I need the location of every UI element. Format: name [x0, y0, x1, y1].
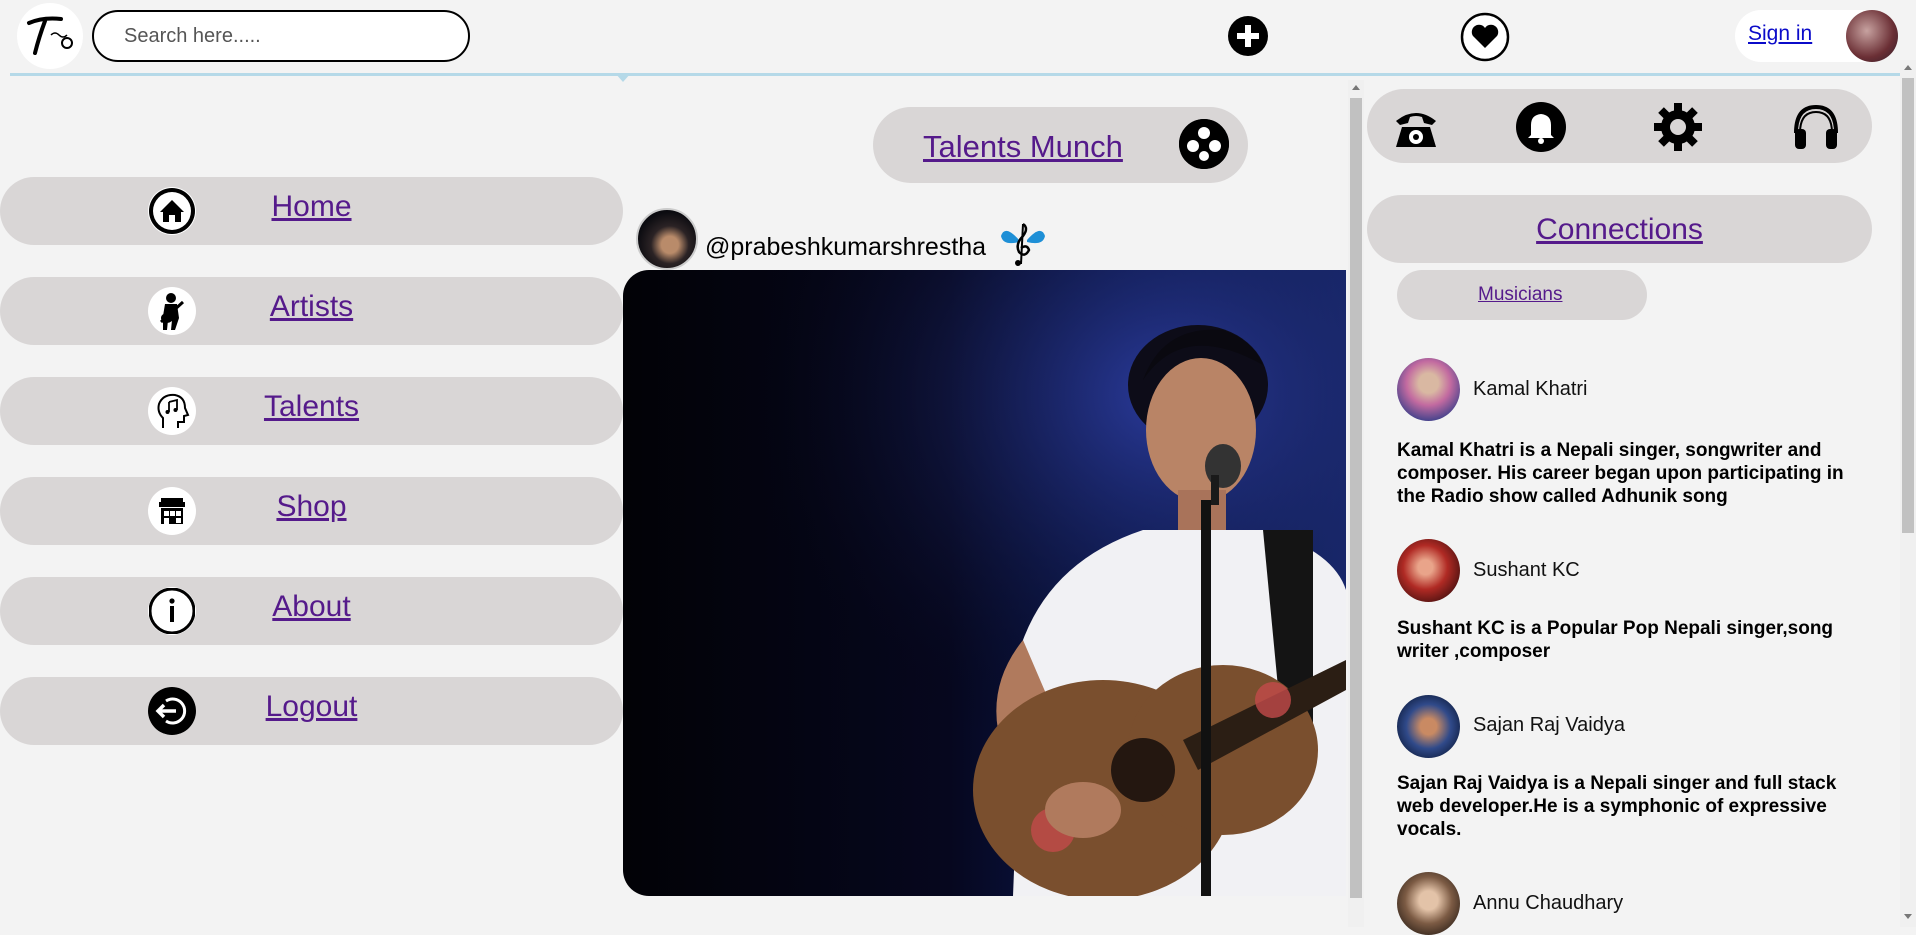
connection-name[interactable]: Annu Chaudhary — [1473, 892, 1623, 915]
connections-link[interactable]: Connections — [1367, 213, 1872, 247]
feed-scroll-up-arrow[interactable] — [1352, 85, 1360, 90]
nav-label-about[interactable]: About — [0, 590, 623, 624]
nav-item-artists[interactable]: Artists — [0, 277, 623, 345]
page-scrollbar-thumb[interactable] — [1902, 78, 1914, 533]
favorites-button[interactable] — [1460, 12, 1510, 62]
connection-description: Kamal Khatri is a Nepali singer, songwri… — [1397, 440, 1844, 507]
plus-circle-icon — [1228, 16, 1268, 56]
nav-label-talents[interactable]: Talents — [0, 390, 623, 424]
sign-in-link[interactable]: Sign in — [1748, 22, 1812, 46]
post-image[interactable] — [623, 270, 1346, 896]
page-scroll-down-arrow[interactable] — [1904, 914, 1912, 919]
connection-name[interactable]: Sushant KC — [1473, 559, 1580, 582]
contact-button[interactable] — [1390, 101, 1442, 153]
profile-avatar[interactable] — [1846, 10, 1898, 62]
headphones-icon — [1794, 104, 1838, 149]
nav-item-shop[interactable]: Shop — [0, 477, 623, 545]
settings-button[interactable] — [1652, 101, 1704, 153]
search-input[interactable] — [92, 10, 470, 62]
heart-icon — [1460, 12, 1510, 62]
notifications-button[interactable] — [1515, 101, 1567, 153]
connection-avatar[interactable] — [1397, 358, 1460, 421]
logo-icon — [27, 16, 73, 55]
nav-label-shop[interactable]: Shop — [0, 490, 623, 524]
film-reel-icon — [1179, 119, 1229, 169]
nav-label-artists[interactable]: Artists — [0, 290, 623, 324]
logo[interactable] — [17, 3, 83, 69]
connection-name[interactable]: Sajan Raj Vaidya — [1473, 714, 1625, 737]
connection-avatar[interactable] — [1397, 539, 1460, 602]
page-scroll-up-arrow[interactable] — [1904, 65, 1912, 70]
connection-avatar[interactable] — [1397, 695, 1460, 758]
header-divider — [10, 73, 1900, 76]
performer-photo — [623, 270, 1346, 896]
post-username[interactable]: @prabeshkumarshrestha — [705, 233, 986, 262]
nav-label-logout[interactable]: Logout — [0, 690, 623, 724]
add-post-button[interactable] — [1226, 14, 1270, 58]
nav-item-talents[interactable]: Talents — [0, 377, 623, 445]
music-button[interactable] — [1790, 101, 1842, 153]
musicians-filter-link[interactable]: Musicians — [1478, 284, 1562, 306]
nav-item-about[interactable]: About — [0, 577, 623, 645]
nav-label-home[interactable]: Home — [0, 190, 623, 224]
talents-munch-link[interactable]: Talents Munch — [923, 129, 1123, 165]
connection-name[interactable]: Kamal Khatri — [1473, 378, 1588, 401]
connection-avatar[interactable] — [1397, 872, 1460, 935]
bell-icon — [1516, 102, 1566, 152]
nav-item-home[interactable]: Home — [0, 177, 623, 245]
post-author-avatar[interactable] — [636, 208, 698, 270]
header-divider-notch — [615, 73, 631, 82]
gear-icon — [1654, 103, 1702, 151]
nav-item-logout[interactable]: Logout — [0, 677, 623, 745]
connection-description: Sushant KC is a Popular Pop Nepali singe… — [1397, 618, 1834, 662]
connection-description: Sajan Raj Vaidya is a Nepali singer and … — [1397, 773, 1837, 840]
telephone-icon — [1396, 113, 1436, 147]
music-note-badge-icon — [997, 218, 1049, 270]
feed-scrollbar-thumb[interactable] — [1350, 98, 1362, 898]
